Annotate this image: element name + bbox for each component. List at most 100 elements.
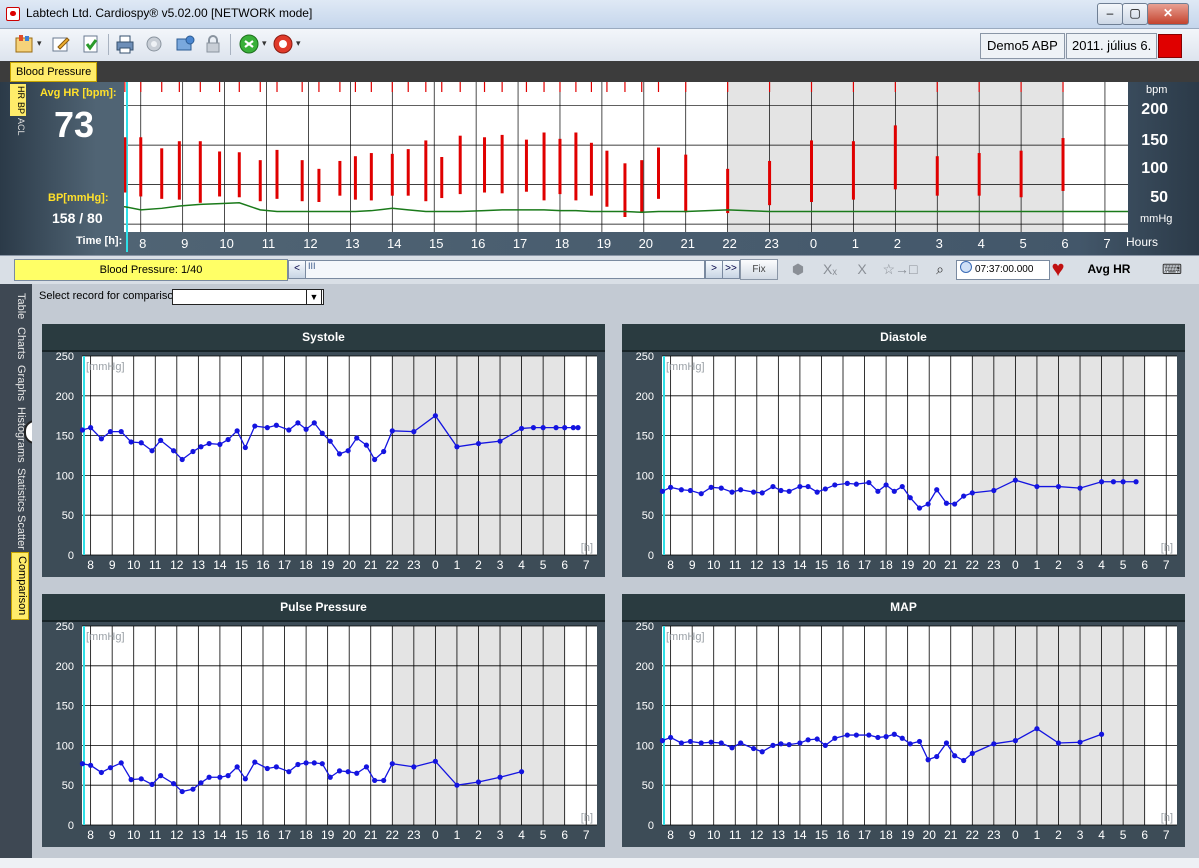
x-tick-label: 0 (1012, 828, 1019, 842)
x-tick-label: 16 (256, 828, 270, 842)
x-tick-label: 20 (923, 828, 937, 842)
data-point (518, 425, 525, 432)
zoom-icon[interactable]: ⌕ (928, 259, 952, 279)
image-icon[interactable] (174, 33, 196, 55)
overview-hour-label: 14 (387, 236, 401, 251)
scroll-thumb[interactable]: III (308, 261, 316, 271)
x-tick-label: 1 (454, 558, 461, 572)
help-dropdown-arrow[interactable]: ▾ (296, 38, 301, 49)
cardiospy-menu-icon[interactable] (14, 33, 36, 55)
tab-graphs[interactable]: Graphs (11, 362, 27, 404)
tab-table[interactable]: Table (11, 288, 27, 324)
right-tick-50: 50 (1150, 189, 1168, 206)
export-icon[interactable]: ☆→□ (880, 259, 920, 279)
refresh-dropdown-arrow[interactable]: ▾ (262, 38, 267, 49)
minimize-button[interactable]: – (1097, 3, 1123, 25)
hide-icon[interactable]: ⬢ (786, 259, 810, 279)
help-icon[interactable] (272, 33, 294, 55)
data-point (952, 501, 958, 507)
data-point (866, 479, 872, 486)
fix-button[interactable]: Fix (740, 259, 778, 280)
edit-icon[interactable] (50, 33, 72, 55)
data-point (273, 764, 279, 770)
data-point (832, 482, 838, 488)
chevron-down-icon[interactable]: ▼ (306, 289, 322, 305)
overview-tab-bp[interactable]: BP (10, 100, 26, 116)
x-tick-label: 20 (343, 558, 357, 572)
menu-dropdown-arrow[interactable]: ▾ (37, 38, 42, 49)
x-axis-label: [h] (1161, 812, 1173, 824)
heart-icon[interactable]: ♥ (1046, 258, 1070, 280)
data-point (372, 777, 378, 784)
download-icon[interactable] (80, 33, 102, 55)
print-icon[interactable] (114, 33, 136, 55)
close-button[interactable]: ✕ (1147, 3, 1189, 25)
data-point (708, 739, 714, 745)
scroll-end-button[interactable]: >> (722, 260, 740, 279)
overview-chart[interactable]: 8 9 10 11 12 13 14 15 16 17 18 19 20 21 22 23 0 1 2 3 4 5 6 7 (124, 82, 1128, 255)
data-point (738, 740, 744, 746)
systole-chart[interactable]: 0501001502002508 9 10 11 12 13 14 15 16 17 18 19 20 2… (42, 350, 605, 577)
data-point (234, 764, 240, 770)
data-point (891, 488, 897, 494)
data-point (179, 788, 185, 795)
scroll-left-button[interactable]: < (288, 260, 306, 279)
map-title: MAP (622, 594, 1185, 622)
y-tick-label: 100 (56, 470, 74, 482)
tab-blood-pressure[interactable]: Blood Pressure (10, 62, 98, 82)
data-point (286, 427, 292, 433)
tab-comparison[interactable]: Comparison (11, 552, 29, 620)
y-tick-label: 200 (636, 661, 654, 673)
data-point (158, 773, 164, 779)
map-chart[interactable]: 0501001502002508 9 10 11 12 13 14 15 16 17 18 19 20 2… (622, 620, 1185, 847)
x-tick-label: 0 (1012, 558, 1019, 572)
y-axis-label: [mmHg] (666, 631, 705, 643)
data-point (832, 735, 838, 741)
overview-hour-label: 16 (471, 236, 485, 251)
y-axis-label: [mmHg] (86, 631, 125, 643)
data-point (759, 490, 765, 496)
data-point (79, 761, 86, 767)
x-tick-label: 14 (793, 558, 807, 572)
data-point (770, 483, 776, 490)
overview-hour-label: 15 (429, 236, 443, 251)
unit-mmhg: mmHg (1140, 213, 1173, 225)
overview-tab-acl[interactable]: ACL (10, 116, 26, 138)
hours-label: Hours (1126, 235, 1159, 249)
x-subscript-icon[interactable]: Xₓ (818, 259, 842, 279)
x-tick-label: 4 (1098, 558, 1105, 572)
x-tick-label: 8 (87, 558, 94, 572)
overview-tab-hr[interactable]: HR (10, 84, 26, 100)
record-scrollbar[interactable]: III (305, 260, 705, 279)
x-tick-label: 20 (923, 558, 937, 572)
x-tick-label: 10 (127, 558, 141, 572)
x-tick-label: 17 (278, 558, 292, 572)
tab-scatter[interactable]: Scatter (11, 514, 27, 550)
gear-icon[interactable] (143, 33, 165, 55)
x-tick-label: 4 (1098, 828, 1105, 842)
x-tick-label: 16 (256, 558, 270, 572)
toolbar: ▾ ▾ ▾ Demo5 ABP 2011. július 6. (0, 29, 1199, 62)
scroll-right-button[interactable]: > (705, 260, 723, 279)
data-point (687, 487, 694, 494)
tab-charts[interactable]: Charts (11, 324, 27, 362)
refresh-icon[interactable] (238, 33, 260, 55)
data-point (943, 740, 950, 746)
data-point (759, 749, 765, 755)
maximize-button[interactable]: ▢ (1122, 3, 1148, 25)
x-tick-label: 13 (772, 828, 786, 842)
tab-statistics[interactable]: Statistics (11, 466, 27, 514)
time-field[interactable]: 07:37:00.000 (956, 260, 1050, 280)
x-icon[interactable]: X (850, 259, 874, 279)
keyboard-mouse-icon[interactable]: ⌨ (1160, 259, 1184, 279)
y-tick-label: 150 (636, 701, 654, 713)
y-tick-label: 200 (636, 391, 654, 403)
data-point (372, 456, 378, 463)
overview-hour-label: 10 (219, 236, 233, 251)
pulse-pressure-chart[interactable]: 0501001502002508 9 10 11 12 13 14 15 16 17 18 19 20 2… (42, 620, 605, 847)
lock-icon[interactable] (202, 33, 224, 55)
x-tick-label: 23 (407, 558, 421, 572)
diastole-chart[interactable]: 0501001502002508 9 10 11 12 13 14 15 16 17 18 19 20 2… (622, 350, 1185, 577)
comparison-select[interactable] (172, 289, 324, 305)
avg-hr-button[interactable]: Avg HR (1074, 259, 1144, 279)
